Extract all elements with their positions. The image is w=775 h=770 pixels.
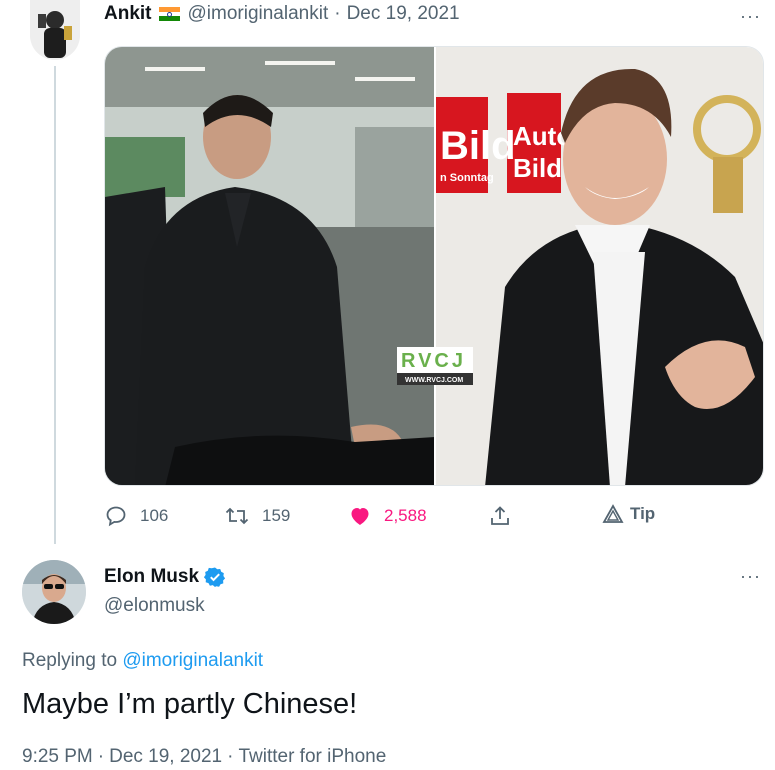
retweet-count: 159 [262,506,291,525]
tip-icon [602,504,624,523]
heart-icon [351,508,369,525]
reply-author-handle[interactable]: @elonmusk [104,595,205,617]
retweet-icon [225,507,249,525]
reply-count: 106 [140,506,169,525]
replying-prefix: Replying to [22,650,118,671]
sonntag-sign-text: n Sonntag [440,172,494,184]
retweet-button[interactable]: 159 [224,504,290,528]
bild-sign-text-2: Bild [513,153,562,183]
tip-button[interactable]: Tip [602,504,655,524]
meta-separator-2: · [227,746,234,767]
reply-tweet-text: Maybe I’m partly Chinese! [22,688,358,720]
replying-to-handle-link[interactable]: @imoriginalankit [122,650,263,671]
tweet-media-image[interactable]: Bild n Sonntag Auto Bild RVCJ WWW.RVCJ.C… [104,46,764,486]
header-separator: · [334,3,341,24]
tweet-date[interactable]: Dec 19, 2021 [347,3,460,25]
like-button[interactable]: 2,588 [348,504,427,528]
reply-icon [106,506,126,527]
more-options-icon[interactable]: ··· [740,6,761,27]
bild-sign-text: Bild [440,124,516,168]
tweet-time[interactable]: 9:25 PM [22,746,93,767]
parent-tweet-header: Ankit @imoriginalankit · Dec 19, 2021 [104,2,460,26]
thread-connector-line [54,66,56,544]
tip-label: Tip [630,504,656,523]
reply-author-name[interactable]: Elon Musk [104,566,199,588]
share-icon [491,506,509,525]
tweet-action-bar: 106 159 2,588 Tip [104,504,664,534]
rvcj-watermark-url: WWW.RVCJ.COM [405,377,463,384]
author-handle[interactable]: @imoriginalankit [188,3,329,25]
verified-badge-icon [204,567,226,587]
reply-button[interactable]: 106 [104,504,168,528]
avatar-ankit[interactable] [30,0,80,60]
author-name[interactable]: Ankit [104,3,152,25]
share-button[interactable] [488,504,524,528]
avatar-elon-musk[interactable] [22,560,86,624]
meta-separator: · [97,746,105,767]
india-flag-icon [158,7,180,21]
replying-to-line: Replying to @imoriginalankit [22,650,263,672]
more-options-icon-reply[interactable]: ··· [740,566,761,587]
like-count: 2,588 [384,506,427,525]
tweet-date-reply[interactable]: Dec 19, 2021 [109,746,222,767]
tweet-source: Twitter for iPhone [238,746,387,767]
reply-author-row: Elon Musk [104,566,226,588]
reply-tweet-meta: 9:25 PM · Dec 19, 2021 · Twitter for iPhone [22,746,386,768]
rvcj-watermark: RVCJ [401,350,466,372]
